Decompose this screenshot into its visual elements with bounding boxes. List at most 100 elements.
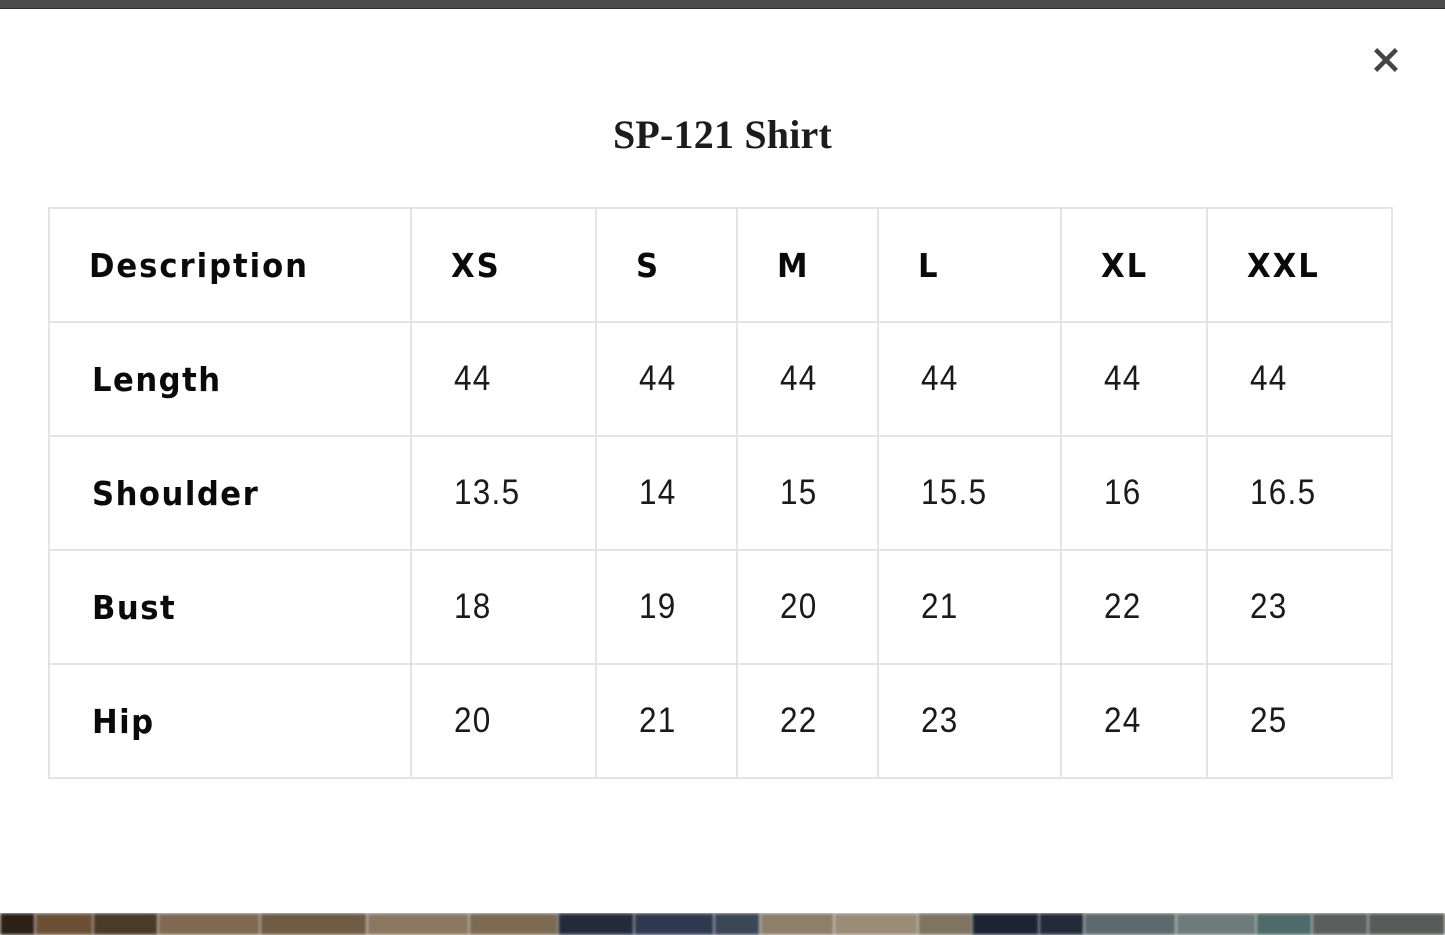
row-label-text: Bust [92,587,177,627]
measurement-cell: 44 [1060,321,1208,437]
size-chart-table-container: Description XS S M L XL XXL Length 44 44… [48,207,1393,779]
column-header-m: M [736,207,870,323]
header-text: XL [1100,245,1149,285]
cell-value: 25 [1250,701,1288,740]
background-segment [918,913,973,935]
measurement-cell: 44 [410,321,597,437]
cell-value: 44 [780,359,818,398]
cell-value: 23 [1250,587,1288,626]
row-label-cell: Shoulder [48,435,412,551]
background-segment [972,913,1039,935]
background-segment [1038,913,1084,935]
measurement-cell: 16.5 [1206,435,1393,551]
column-header-s: S [595,207,729,323]
background-segment [0,913,36,935]
cell-value: 44 [921,359,959,398]
cell-value: 16 [1104,473,1142,512]
cell-value: 15 [780,473,818,512]
cell-value: 44 [1250,359,1288,398]
table-row: Shoulder 13.5 14 15 15.5 16 16.5 [48,435,1393,551]
background-segment [834,913,919,935]
background-segment [713,913,761,935]
measurement-cell: 44 [877,321,1062,437]
close-modal-button[interactable] [1363,37,1409,83]
column-header-xxl: XXL [1206,207,1380,323]
measurement-cell: 21 [877,549,1062,665]
column-header-xl: XL [1060,207,1198,323]
background-segment [1256,913,1313,935]
measurement-cell: 14 [595,435,738,551]
cell-value: 14 [639,473,677,512]
measurement-cell: 15.5 [877,435,1062,551]
measurement-cell: 44 [595,321,738,437]
background-segment [469,913,558,935]
measurement-cell: 24 [1060,663,1208,779]
cell-value: 23 [921,701,959,740]
header-text: Description [88,245,309,285]
measurement-cell: 20 [736,549,879,665]
measurement-cell: 44 [736,321,879,437]
cell-value: 22 [1104,587,1142,626]
header-text: XXL [1246,245,1320,285]
cell-value: 22 [780,701,818,740]
background-segment [633,913,714,935]
measurement-cell: 15 [736,435,879,551]
background-segment [760,913,835,935]
cell-value: 19 [639,587,677,626]
cell-value: 21 [639,701,677,740]
header-text: L [917,245,940,285]
row-label-cell: Length [48,321,412,437]
background-segment [1176,913,1257,935]
measurement-cell: 19 [595,549,738,665]
browser-top-chrome-bar [0,0,1445,9]
row-label-text: Length [92,359,222,399]
measurement-cell: 18 [410,549,597,665]
background-segment [367,913,470,935]
measurement-cell: 22 [1060,549,1208,665]
row-label-text: Hip [92,701,155,741]
cell-value: 44 [454,359,492,398]
table-row: Hip 20 21 22 23 24 25 [48,663,1393,779]
measurement-cell: 16 [1060,435,1208,551]
background-segment [260,913,368,935]
cell-value: 21 [921,587,959,626]
table-row: Length 44 44 44 44 44 44 [48,321,1393,437]
cell-value: 18 [454,587,492,626]
background-segment [1312,913,1368,935]
size-chart-table: Description XS S M L XL XXL Length 44 44… [48,207,1393,779]
measurement-cell: 20 [410,663,597,779]
row-label-cell: Bust [48,549,412,665]
row-label-text: Shoulder [92,473,260,513]
cell-value: 16.5 [1250,473,1317,512]
table-row: Bust 18 19 20 21 22 23 [48,549,1393,665]
cell-value: 20 [780,587,818,626]
background-segment [557,913,634,935]
page-title: SP-121 Shirt [612,112,833,157]
table-header-row: Description XS S M L XL XXL [48,207,1392,323]
background-segment [35,913,93,935]
page-background-behind-modal [0,913,1445,935]
header-text: S [635,245,661,285]
cell-value: 13.5 [454,473,521,512]
background-segment [1367,913,1445,935]
size-chart-modal: SP-121 Shirt Description XS S M L XL XXL [0,9,1445,913]
measurement-cell: 25 [1206,663,1393,779]
background-segment [157,913,261,935]
cell-value: 20 [454,701,492,740]
measurement-cell: 23 [1206,549,1393,665]
header-text: M [776,245,810,285]
row-label-cell: Hip [48,663,412,779]
column-header-xs: XS [410,207,584,323]
header-text: XS [450,245,501,285]
background-segment [1083,913,1177,935]
column-header-description: Description [48,207,387,323]
measurement-cell: 21 [595,663,738,779]
measurement-cell: 22 [736,663,879,779]
cell-value: 15.5 [921,473,988,512]
background-segment [92,913,158,935]
measurement-cell: 13.5 [410,435,597,551]
close-icon [1366,40,1406,80]
measurement-cell: 23 [877,663,1062,779]
measurement-cell: 44 [1206,321,1393,437]
cell-value: 44 [639,359,677,398]
